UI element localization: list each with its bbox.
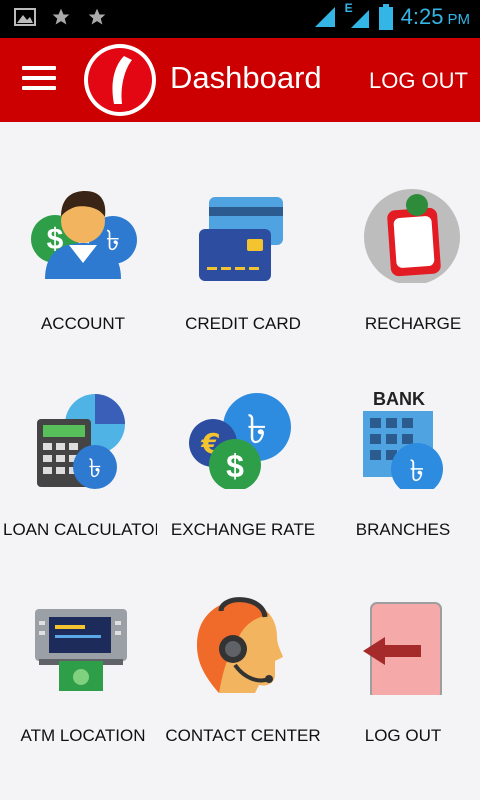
exchange-rate-icon: ৳ € $ [189,393,291,489]
tile-loan-calculator[interactable]: ৳ LOAN CALCULATOR [3,339,163,539]
tile-label: EXCHANGE RATE [170,520,316,539]
page-title: Dashboard [170,60,322,95]
contact-center-icon [197,597,283,693]
tile-label: RECHARGE [364,314,462,333]
status-bar: E 4:25 PM [0,0,480,38]
app-bar: Dashboard LOG OUT [0,38,480,122]
bank-logo [84,44,156,116]
tile-credit-card[interactable]: CREDIT CARD [163,133,323,333]
tile-label: CREDIT CARD [185,314,301,333]
tile-exchange-rate[interactable]: ৳ € $ EXCHANGE RATE [163,339,323,539]
branches-icon: BANK ৳ [363,389,443,489]
mobile-data-icon: E [345,1,371,30]
star-icon [52,8,70,25]
battery-icon [378,4,393,30]
tile-log-out[interactable]: LOG OUT [323,545,480,745]
account-icon: $ ৳ [31,191,137,279]
tile-branches[interactable]: BANK ৳ BRANCHES [323,339,480,539]
credit-card-icon [199,197,283,281]
signal-icon [314,7,335,27]
logout-button[interactable]: LOG OUT [369,68,468,94]
tile-contact-center[interactable]: CONTACT CENTER [163,545,323,745]
taka-sign: ৳ [410,454,425,489]
tile-label: CONTACT CENTER [165,726,321,745]
tile-label: LOAN CALCULATOR [3,520,157,539]
clock-ampm: PM [447,10,471,28]
dollar-sign: $ [226,448,244,484]
log-out-icon [363,602,442,695]
atm-location-icon [35,609,127,691]
clock-time: 4:25 [400,4,444,29]
recharge-icon [364,189,460,283]
menu-icon[interactable] [22,66,56,94]
tile-label: BRANCHES [355,520,451,539]
gallery-icon [14,8,36,26]
loan-calculator-icon: ৳ [37,394,125,489]
star-icon [88,8,106,25]
tile-recharge[interactable]: RECHARGE [333,133,480,333]
bank-sign-text: BANK [373,389,425,409]
taka-sign: ৳ [89,454,102,484]
tile-label: ACCOUNT [40,314,126,333]
tile-account[interactable]: $ ৳ ACCOUNT [3,133,163,333]
tile-label: LOG OUT [364,726,442,745]
tile-label: ATM LOCATION [20,726,146,745]
tile-atm-location[interactable]: ATM LOCATION [3,545,163,745]
